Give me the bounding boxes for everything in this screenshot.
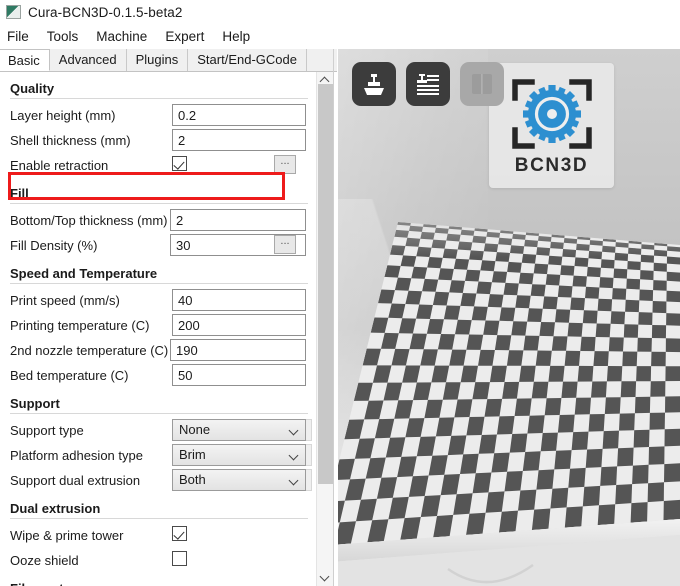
- setting-input-print-speed-mm-s[interactable]: [172, 289, 306, 311]
- gear-in-brackets-icon: [509, 74, 595, 154]
- chevron-down-icon: [290, 477, 298, 482]
- setting-more-button-enable-retraction[interactable]: ...: [274, 155, 296, 174]
- cura-application-window: Cura-BCN3D-0.1.5-beta2 File Tools Machin…: [0, 0, 680, 586]
- section-divider: [10, 98, 308, 99]
- setting-label: Ooze shield: [10, 552, 79, 568]
- panel-divider: [333, 49, 334, 586]
- setting-label: Printing temperature (C): [10, 317, 150, 333]
- combo-side-track: [306, 444, 312, 466]
- setting-dropdown-platform-adhesion-type[interactable]: Brim: [172, 444, 306, 466]
- tab-advanced[interactable]: Advanced: [49, 49, 127, 71]
- setting-row-support-type: Support type None: [0, 418, 320, 442]
- setting-more-button-fill-density[interactable]: ...: [274, 235, 296, 254]
- settings-tab-bar: Basic Advanced Plugins Start/End-GCode: [0, 49, 337, 72]
- setting-label: Wipe & prime tower: [10, 527, 124, 543]
- section-divider: [10, 518, 308, 519]
- tab-plugins[interactable]: Plugins: [126, 49, 189, 71]
- menu-bar: File Tools Machine Expert Help: [0, 24, 680, 48]
- setting-checkbox-enable-retraction[interactable]: [172, 156, 187, 171]
- load-model-button[interactable]: [352, 62, 396, 106]
- setting-input-printing-temperature-c[interactable]: [172, 314, 306, 336]
- setting-input-2nd-nozzle-temperature-c[interactable]: [170, 339, 306, 361]
- print-settings-button[interactable]: [406, 62, 450, 106]
- setting-input-bed-temperature-c[interactable]: [172, 364, 306, 386]
- chevron-down-icon: [290, 427, 298, 432]
- settings-scrollbar[interactable]: [316, 72, 333, 586]
- setting-input-bottom-top-thickness-mm[interactable]: [170, 209, 306, 231]
- section-divider: [10, 203, 308, 204]
- setting-input-shell-thickness-mm[interactable]: [172, 129, 306, 151]
- setting-row-fill-density: Fill Density (%)...: [0, 233, 320, 257]
- setting-label: Enable retraction: [10, 157, 109, 173]
- setting-row-enable-retraction: Enable retraction...: [0, 153, 320, 177]
- setting-row-shell-thickness-mm: Shell thickness (mm): [0, 128, 320, 152]
- setting-label: Bottom/Top thickness (mm): [10, 212, 168, 228]
- setting-row-bottom-top-thickness-mm: Bottom/Top thickness (mm): [0, 208, 320, 232]
- section-header-speed-and-temperature: Speed and Temperature: [10, 266, 158, 281]
- setting-label: Layer height (mm): [10, 107, 116, 123]
- combo-side-track: [306, 469, 312, 491]
- window-title: Cura-BCN3D-0.1.5-beta2: [28, 4, 183, 20]
- setting-row-wipe-prime-tower: Wipe & prime tower: [0, 523, 320, 547]
- setting-row-print-speed-mm-s: Print speed (mm/s): [0, 288, 320, 312]
- setting-row-2nd-nozzle-temperature-c: 2nd nozzle temperature (C): [0, 338, 320, 362]
- section-header-support: Support: [10, 396, 60, 411]
- setting-label: Fill Density (%): [10, 237, 98, 253]
- setting-label: Support dual extrusion: [10, 472, 141, 488]
- app-icon: [6, 5, 21, 19]
- section-header-filament: Filament: [0, 581, 320, 586]
- setting-row-printing-temperature-c: Printing temperature (C): [0, 313, 320, 337]
- setting-label: Shell thickness (mm): [10, 132, 131, 148]
- setting-row-bed-temperature-c: Bed temperature (C): [0, 363, 320, 387]
- setting-row-layer-height-mm: Layer height (mm): [0, 103, 320, 127]
- section-header-dual-extrusion: Dual extrusion: [10, 501, 101, 516]
- load-model-icon: [364, 74, 384, 95]
- title-bar: Cura-BCN3D-0.1.5-beta2: [0, 0, 680, 24]
- menu-item-file[interactable]: File: [7, 27, 38, 46]
- setting-label: Print speed (mm/s): [10, 292, 120, 308]
- print-settings-icon: [417, 74, 439, 95]
- setting-checkbox-wipe-prime-tower[interactable]: [172, 526, 187, 541]
- chevron-down-icon: [290, 452, 298, 457]
- tab-basic[interactable]: Basic: [0, 49, 50, 71]
- scroll-down-button[interactable]: [317, 570, 333, 586]
- 3d-viewport[interactable]: BCN3D: [338, 49, 680, 586]
- scrollbar-thumb[interactable]: [318, 84, 333, 484]
- bcn3d-logo-card: BCN3D: [489, 63, 614, 188]
- viewport-toolbar: [352, 62, 504, 106]
- setting-input-layer-height-mm[interactable]: [172, 104, 306, 126]
- bcn3d-logo-text: BCN3D: [514, 155, 589, 176]
- setting-label: Bed temperature (C): [10, 367, 129, 383]
- chevron-down-icon: [319, 571, 330, 582]
- viewport-diagonal-highlight: [338, 199, 598, 586]
- section-divider: [10, 413, 308, 414]
- gear-icon: [522, 85, 581, 143]
- setting-dropdown-support-type[interactable]: None: [172, 419, 306, 441]
- save-toolpath-icon: [472, 74, 492, 94]
- section-divider: [10, 283, 308, 284]
- menu-item-expert[interactable]: Expert: [165, 27, 213, 46]
- save-toolpath-button: [460, 62, 504, 106]
- setting-label: Support type: [10, 422, 84, 438]
- settings-panel: Quality Layer height (mm) Shell thickness …: [0, 72, 337, 586]
- setting-row-platform-adhesion-type: Platform adhesion type Brim: [0, 443, 320, 467]
- setting-row-ooze-shield: Ooze shield: [0, 548, 320, 572]
- setting-label: Platform adhesion type: [10, 447, 143, 463]
- setting-dropdown-support-dual-extrusion[interactable]: Both: [172, 469, 306, 491]
- setting-row-support-dual-extrusion: Support dual extrusion Both: [0, 468, 320, 492]
- setting-label: 2nd nozzle temperature (C): [10, 342, 169, 358]
- menu-item-tools[interactable]: Tools: [47, 27, 88, 46]
- settings-list: Quality Layer height (mm) Shell thickness …: [0, 72, 320, 586]
- tab-start-end-gcode[interactable]: Start/End-GCode: [188, 49, 307, 71]
- menu-item-machine[interactable]: Machine: [96, 27, 156, 46]
- menu-item-help[interactable]: Help: [222, 27, 259, 46]
- setting-checkbox-ooze-shield[interactable]: [172, 551, 187, 566]
- section-header-fill: Fill: [10, 186, 29, 201]
- combo-side-track: [306, 419, 312, 441]
- section-header-quality: Quality: [10, 81, 55, 96]
